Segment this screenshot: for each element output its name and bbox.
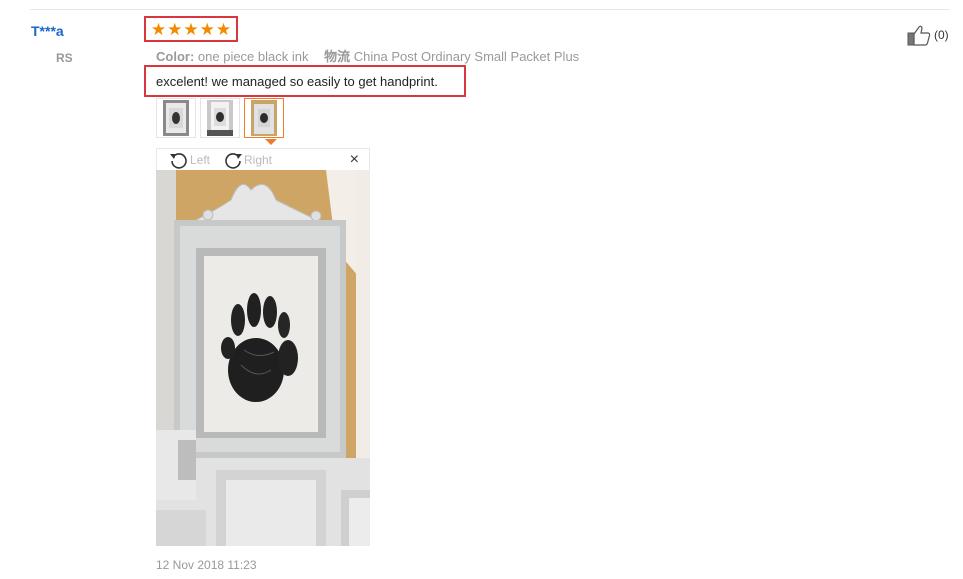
- review-text: excelent! we managed so easily to get ha…: [156, 73, 438, 89]
- rotate-left-icon: [170, 153, 187, 169]
- thumbnail-image: [207, 100, 233, 136]
- star-rating: ★ ★ ★ ★ ★: [144, 16, 238, 42]
- photo-thumbnail-3[interactable]: [244, 98, 284, 138]
- rotate-right-icon: [225, 153, 242, 169]
- photo-thumbnail-2[interactable]: [200, 98, 240, 138]
- rotate-right-label: Right: [244, 153, 273, 167]
- thumbnail-image: [163, 100, 189, 136]
- close-icon[interactable]: ×: [350, 150, 359, 170]
- thumbs-up-icon: [907, 25, 931, 46]
- photo-viewer-toolbar: Left Right ×: [156, 148, 370, 170]
- star-icon: ★: [167, 19, 183, 39]
- reviewer-name[interactable]: T***a: [31, 23, 64, 39]
- helpful-count: (0): [934, 28, 949, 42]
- rotate-right-button[interactable]: Right: [223, 150, 272, 170]
- order-attributes: Color: one piece black ink 物流 China Post…: [156, 46, 579, 65]
- star-icon: ★: [199, 19, 215, 39]
- color-label: Color:: [156, 49, 195, 64]
- reviewer-country: RS: [56, 51, 73, 65]
- review-text-box: excelent! we managed so easily to get ha…: [144, 65, 466, 97]
- star-icon: ★: [215, 19, 232, 39]
- rotate-left-button[interactable]: Left: [169, 150, 210, 170]
- photo-thumbnails: [156, 98, 284, 138]
- review-divider: [30, 9, 950, 10]
- star-icon: ★: [183, 19, 199, 39]
- shipping-value: China Post Ordinary Small Packet Plus: [353, 49, 580, 64]
- review-photo: [156, 170, 370, 546]
- rotate-left-label: Left: [190, 153, 211, 167]
- review-datetime: 12 Nov 2018 11:23: [156, 558, 257, 572]
- selected-thumbnail-pointer: [265, 139, 277, 145]
- photo-thumbnail-1[interactable]: [156, 98, 196, 138]
- helpful-button[interactable]: (0): [907, 24, 949, 46]
- star-icon: ★: [150, 19, 167, 39]
- color-value: one piece black ink: [197, 49, 309, 64]
- shipping-label: 物流: [324, 49, 351, 64]
- thumbnail-image: [251, 100, 277, 136]
